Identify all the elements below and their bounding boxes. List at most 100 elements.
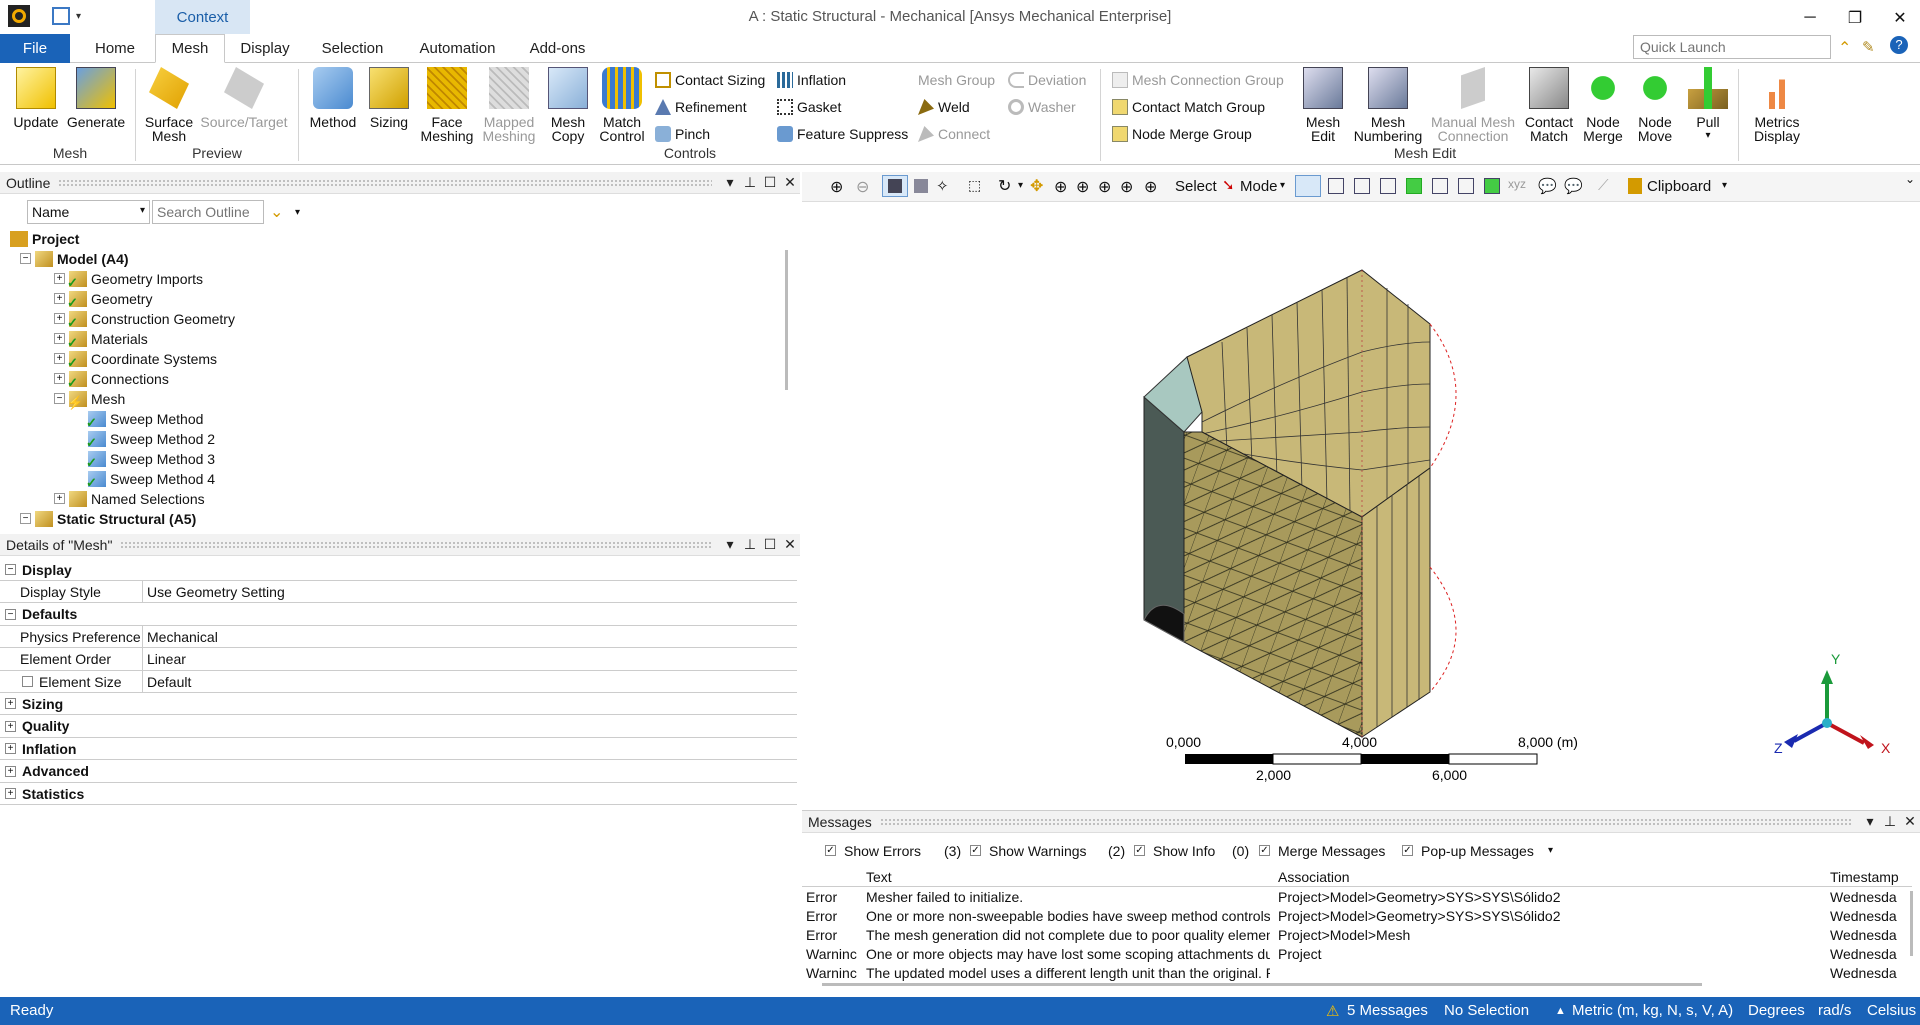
- feature-suppress-button[interactable]: Feature Suppress: [777, 123, 908, 145]
- quick-launch-input[interactable]: [1633, 35, 1831, 59]
- magnifier-icon[interactable]: ⊕: [1120, 177, 1133, 197]
- popup-dropdown-icon[interactable]: ▾: [1548, 845, 1553, 856]
- message-row[interactable]: Error Mesher failed to initialize. Project…: [802, 888, 1912, 907]
- weld-button[interactable]: Weld: [918, 96, 970, 118]
- expand-toggle-icon[interactable]: +: [54, 333, 65, 344]
- status-units[interactable]: Metric (m, kg, N, s, V, A): [1572, 1002, 1733, 1019]
- details-menu-icon[interactable]: ▾: [720, 536, 740, 553]
- qat-dropdown-icon[interactable]: ▾: [76, 11, 81, 22]
- pull-button[interactable]: Pull ▾: [1686, 67, 1730, 143]
- tree-item[interactable]: + ✓ Connections: [54, 369, 169, 390]
- expand-toggle-icon[interactable]: −: [20, 253, 31, 264]
- connect-button[interactable]: Connect: [918, 123, 990, 145]
- tree-item[interactable]: + ✓ Geometry: [54, 289, 152, 310]
- update-button[interactable]: Update: [10, 67, 62, 129]
- expand-toggle-icon[interactable]: +: [54, 373, 65, 384]
- expand-toggle-icon[interactable]: +: [54, 493, 65, 504]
- wireframe-icon[interactable]: [914, 179, 928, 193]
- tree-item[interactable]: − ⚡ Mesh: [54, 389, 125, 410]
- sizing-button[interactable]: Sizing: [364, 67, 414, 129]
- details-property-row[interactable]: Element Order Linear: [0, 648, 797, 671]
- category-expand-icon[interactable]: −: [5, 564, 16, 575]
- details-category[interactable]: + Sizing: [0, 693, 797, 716]
- details-maximize-icon[interactable]: ☐: [760, 536, 780, 553]
- filter-dropdown-icon[interactable]: ▾: [295, 207, 300, 218]
- help-icon[interactable]: ?: [1890, 36, 1908, 54]
- element-size-checkbox[interactable]: [22, 676, 33, 687]
- save-icon[interactable]: [52, 7, 70, 25]
- col-association[interactable]: Association: [1278, 869, 1350, 885]
- annotation-icon[interactable]: 💬: [1564, 177, 1583, 195]
- contact-match-group-button[interactable]: Contact Match Group: [1112, 96, 1265, 118]
- select-mesh-icon[interactable]: [1484, 178, 1500, 194]
- messages-close-icon[interactable]: ✕: [1900, 813, 1920, 830]
- tab-add-ons[interactable]: Add-ons: [520, 34, 595, 63]
- zoom-previous-icon[interactable]: ⊕: [1144, 177, 1157, 197]
- triad[interactable]: Y X Z: [1774, 651, 1891, 756]
- tree-item[interactable]: + ✓ Coordinate Systems: [54, 349, 217, 370]
- zoom-fit-icon[interactable]: ⊕: [1076, 177, 1089, 197]
- details-property-row[interactable]: Element Size Default: [0, 670, 797, 693]
- generate-button[interactable]: Generate: [66, 67, 126, 129]
- tab-display[interactable]: Display: [230, 34, 300, 63]
- details-category[interactable]: − Display: [0, 559, 797, 581]
- col-text[interactable]: Text: [866, 869, 892, 885]
- select-vertex-button[interactable]: [1295, 175, 1321, 197]
- expand-toggle-icon[interactable]: +: [54, 293, 65, 304]
- tree-item[interactable]: ✓ Sweep Method 3: [86, 449, 215, 470]
- node-move-button[interactable]: Node Move: [1632, 67, 1678, 143]
- mesh-numbering-button[interactable]: Mesh Numbering: [1350, 67, 1426, 143]
- category-expand-icon[interactable]: +: [5, 765, 16, 777]
- deviation-button[interactable]: Deviation: [1008, 69, 1086, 91]
- details-category[interactable]: − Defaults: [0, 604, 797, 626]
- ruler-icon[interactable]: ⟋: [1598, 177, 1609, 194]
- outline-menu-icon[interactable]: ▾: [720, 174, 740, 191]
- outline-scrollbar[interactable]: [785, 250, 788, 390]
- manual-mesh-connection-button[interactable]: Manual Mesh Connection: [1428, 67, 1518, 143]
- tree-item[interactable]: + ✓ Geometry Imports: [54, 269, 203, 290]
- ribbon-collapse-icon[interactable]: ⌃: [1838, 38, 1851, 58]
- contact-sizing-button[interactable]: Contact Sizing: [655, 69, 765, 91]
- details-property-value[interactable]: Linear: [143, 651, 186, 667]
- coordinates-icon[interactable]: xyz: [1508, 177, 1526, 191]
- details-property-row[interactable]: Physics Preference Mechanical: [0, 625, 797, 649]
- select-node-icon[interactable]: [1406, 178, 1422, 194]
- select-face-icon[interactable]: [1354, 178, 1370, 194]
- details-category[interactable]: + Quality: [0, 716, 797, 738]
- show-errors-checkbox[interactable]: ✓: [825, 845, 836, 856]
- washer-button[interactable]: Washer: [1008, 96, 1076, 118]
- outline-close-icon[interactable]: ✕: [780, 174, 800, 191]
- messages-menu-icon[interactable]: ▾: [1860, 813, 1880, 830]
- details-close-icon[interactable]: ✕: [780, 536, 800, 553]
- expand-toggle-icon[interactable]: +: [54, 353, 65, 364]
- details-category[interactable]: + Statistics: [0, 783, 797, 805]
- contact-match-button[interactable]: Contact Match: [1520, 67, 1578, 143]
- surface-mesh-button[interactable]: Surface Mesh: [142, 67, 196, 143]
- popup-messages-checkbox[interactable]: ✓: [1402, 845, 1413, 856]
- label-icon[interactable]: 💬: [1538, 177, 1557, 195]
- select-element-icon[interactable]: [1458, 178, 1474, 194]
- metrics-display-button[interactable]: Metrics Display: [1746, 67, 1808, 143]
- tree-item[interactable]: − Model (A4): [20, 249, 129, 268]
- tree-item[interactable]: ✓ Sweep Method: [86, 409, 203, 430]
- message-row[interactable]: Warninc One or more objects may have lost…: [802, 945, 1912, 964]
- face-meshing-button[interactable]: Face Meshing: [418, 67, 476, 143]
- zoom-selection-icon[interactable]: ⊕: [1098, 177, 1111, 197]
- source-target-button[interactable]: Source/Target: [198, 67, 290, 129]
- expand-toggle-icon[interactable]: +: [54, 273, 65, 284]
- outline-filter-select[interactable]: Name ▾: [27, 200, 150, 224]
- message-row[interactable]: Error The mesh generation did not complet…: [802, 926, 1912, 945]
- status-messages[interactable]: 5 Messages: [1347, 1002, 1428, 1019]
- details-property-value[interactable]: Mechanical: [143, 629, 218, 645]
- shaded-view-button[interactable]: [882, 175, 908, 197]
- details-pin-icon[interactable]: ⊥: [740, 536, 760, 553]
- mesh-group-button[interactable]: Mesh Group: [918, 69, 995, 91]
- details-category[interactable]: + Advanced: [0, 761, 797, 783]
- category-expand-icon[interactable]: +: [5, 698, 16, 710]
- message-row[interactable]: Warninc The updated model uses a differen…: [802, 964, 1912, 983]
- tree-item[interactable]: + ✓ Materials: [54, 329, 148, 350]
- rotate-icon[interactable]: ↻: [998, 176, 1011, 196]
- details-property-value[interactable]: Default: [143, 674, 191, 690]
- tree-item[interactable]: − Static Structural (A5): [20, 509, 196, 528]
- tree-item[interactable]: ✓ Sweep Method 4: [86, 469, 215, 490]
